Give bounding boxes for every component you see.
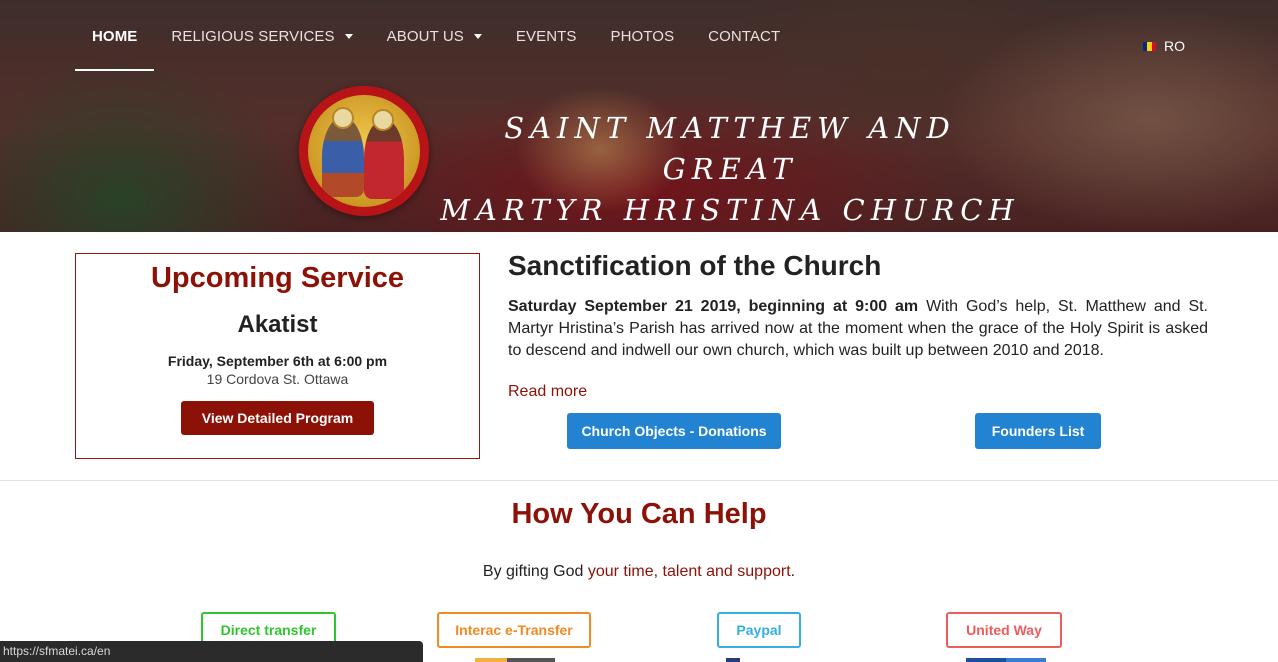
caret-down-icon [344, 33, 353, 39]
founders-list-button[interactable]: Founders List [975, 413, 1101, 449]
donations-button[interactable]: Church Objects - Donations [567, 413, 781, 449]
article-lead: Saturday September 21 2019, beginning at… [508, 298, 919, 315]
service-name: Akatist [237, 311, 318, 338]
help-subtitle-highlight: your time, talent and support [587, 563, 791, 580]
read-more-link[interactable]: Read more [508, 383, 587, 401]
browser-status-url: https://sfmatei.ca/en [0, 641, 423, 662]
article-text: Saturday September 21 2019, beginning at… [508, 296, 1208, 362]
united-way-logo-icon [966, 658, 1046, 662]
service-date: Friday, September 6th at 6:00 pm [167, 353, 388, 369]
help-subtitle-suffix: . [790, 563, 796, 580]
help-subtitle: By gifting God your time, talent and sup… [0, 563, 1278, 581]
romania-flag-icon [1143, 41, 1156, 51]
section-divider [0, 480, 1278, 481]
news-article: Sanctification of the Church Saturday Se… [508, 250, 1208, 362]
paypal-button[interactable]: Paypal [717, 612, 801, 648]
united-way-button[interactable]: United Way [946, 612, 1062, 648]
interac-transfer-button[interactable]: Interac e-Transfer [437, 612, 591, 648]
nav-label: HOME [92, 27, 138, 45]
interac-logo-icon [475, 658, 555, 662]
nav-item-contact[interactable]: CONTACT [691, 0, 797, 72]
church-title-line2: Martyr Hristina Church [440, 193, 1020, 227]
help-subtitle-prefix: By gifting God [482, 563, 588, 580]
nav-item-about-us[interactable]: ABOUT US [370, 0, 499, 72]
nav-label: PHOTOS [610, 27, 675, 45]
paypal-logo-icon [726, 658, 740, 662]
church-title-line1: Saint Matthew and Great [504, 111, 956, 186]
language-switch[interactable]: RO [1143, 38, 1185, 54]
nav-item-religious-services[interactable]: RELIGIOUS SERVICES [154, 0, 369, 72]
article-title: Sanctification of the Church [508, 250, 882, 281]
language-label: RO [1164, 38, 1185, 54]
upcoming-service-heading: Upcoming Service [150, 262, 405, 294]
upcoming-service-card: Upcoming Service Akatist Friday, Septemb… [75, 253, 480, 459]
nav-label: ABOUT US [386, 27, 464, 45]
nav-label: EVENTS [515, 27, 577, 45]
icon-saints-image [308, 95, 420, 207]
nav-item-home[interactable]: HOME [75, 0, 155, 72]
nav-label: RELIGIOUS SERVICES [171, 27, 335, 45]
church-title: Saint Matthew and Great Martyr Hristina … [440, 108, 1020, 231]
main-nav: HOME RELIGIOUS SERVICES ABOUT US EVENTS … [75, 0, 797, 72]
church-logo[interactable] [299, 86, 429, 216]
caret-down-icon [473, 33, 482, 39]
nav-item-events[interactable]: EVENTS [499, 0, 594, 72]
help-heading: How You Can Help [511, 498, 767, 530]
nav-label: CONTACT [708, 27, 781, 45]
nav-item-photos[interactable]: PHOTOS [594, 0, 692, 72]
view-program-button[interactable]: View Detailed Program [180, 401, 375, 435]
hero-banner: HOME RELIGIOUS SERVICES ABOUT US EVENTS … [0, 0, 1278, 232]
service-address: 19 Cordova St. Ottawa [206, 371, 349, 387]
